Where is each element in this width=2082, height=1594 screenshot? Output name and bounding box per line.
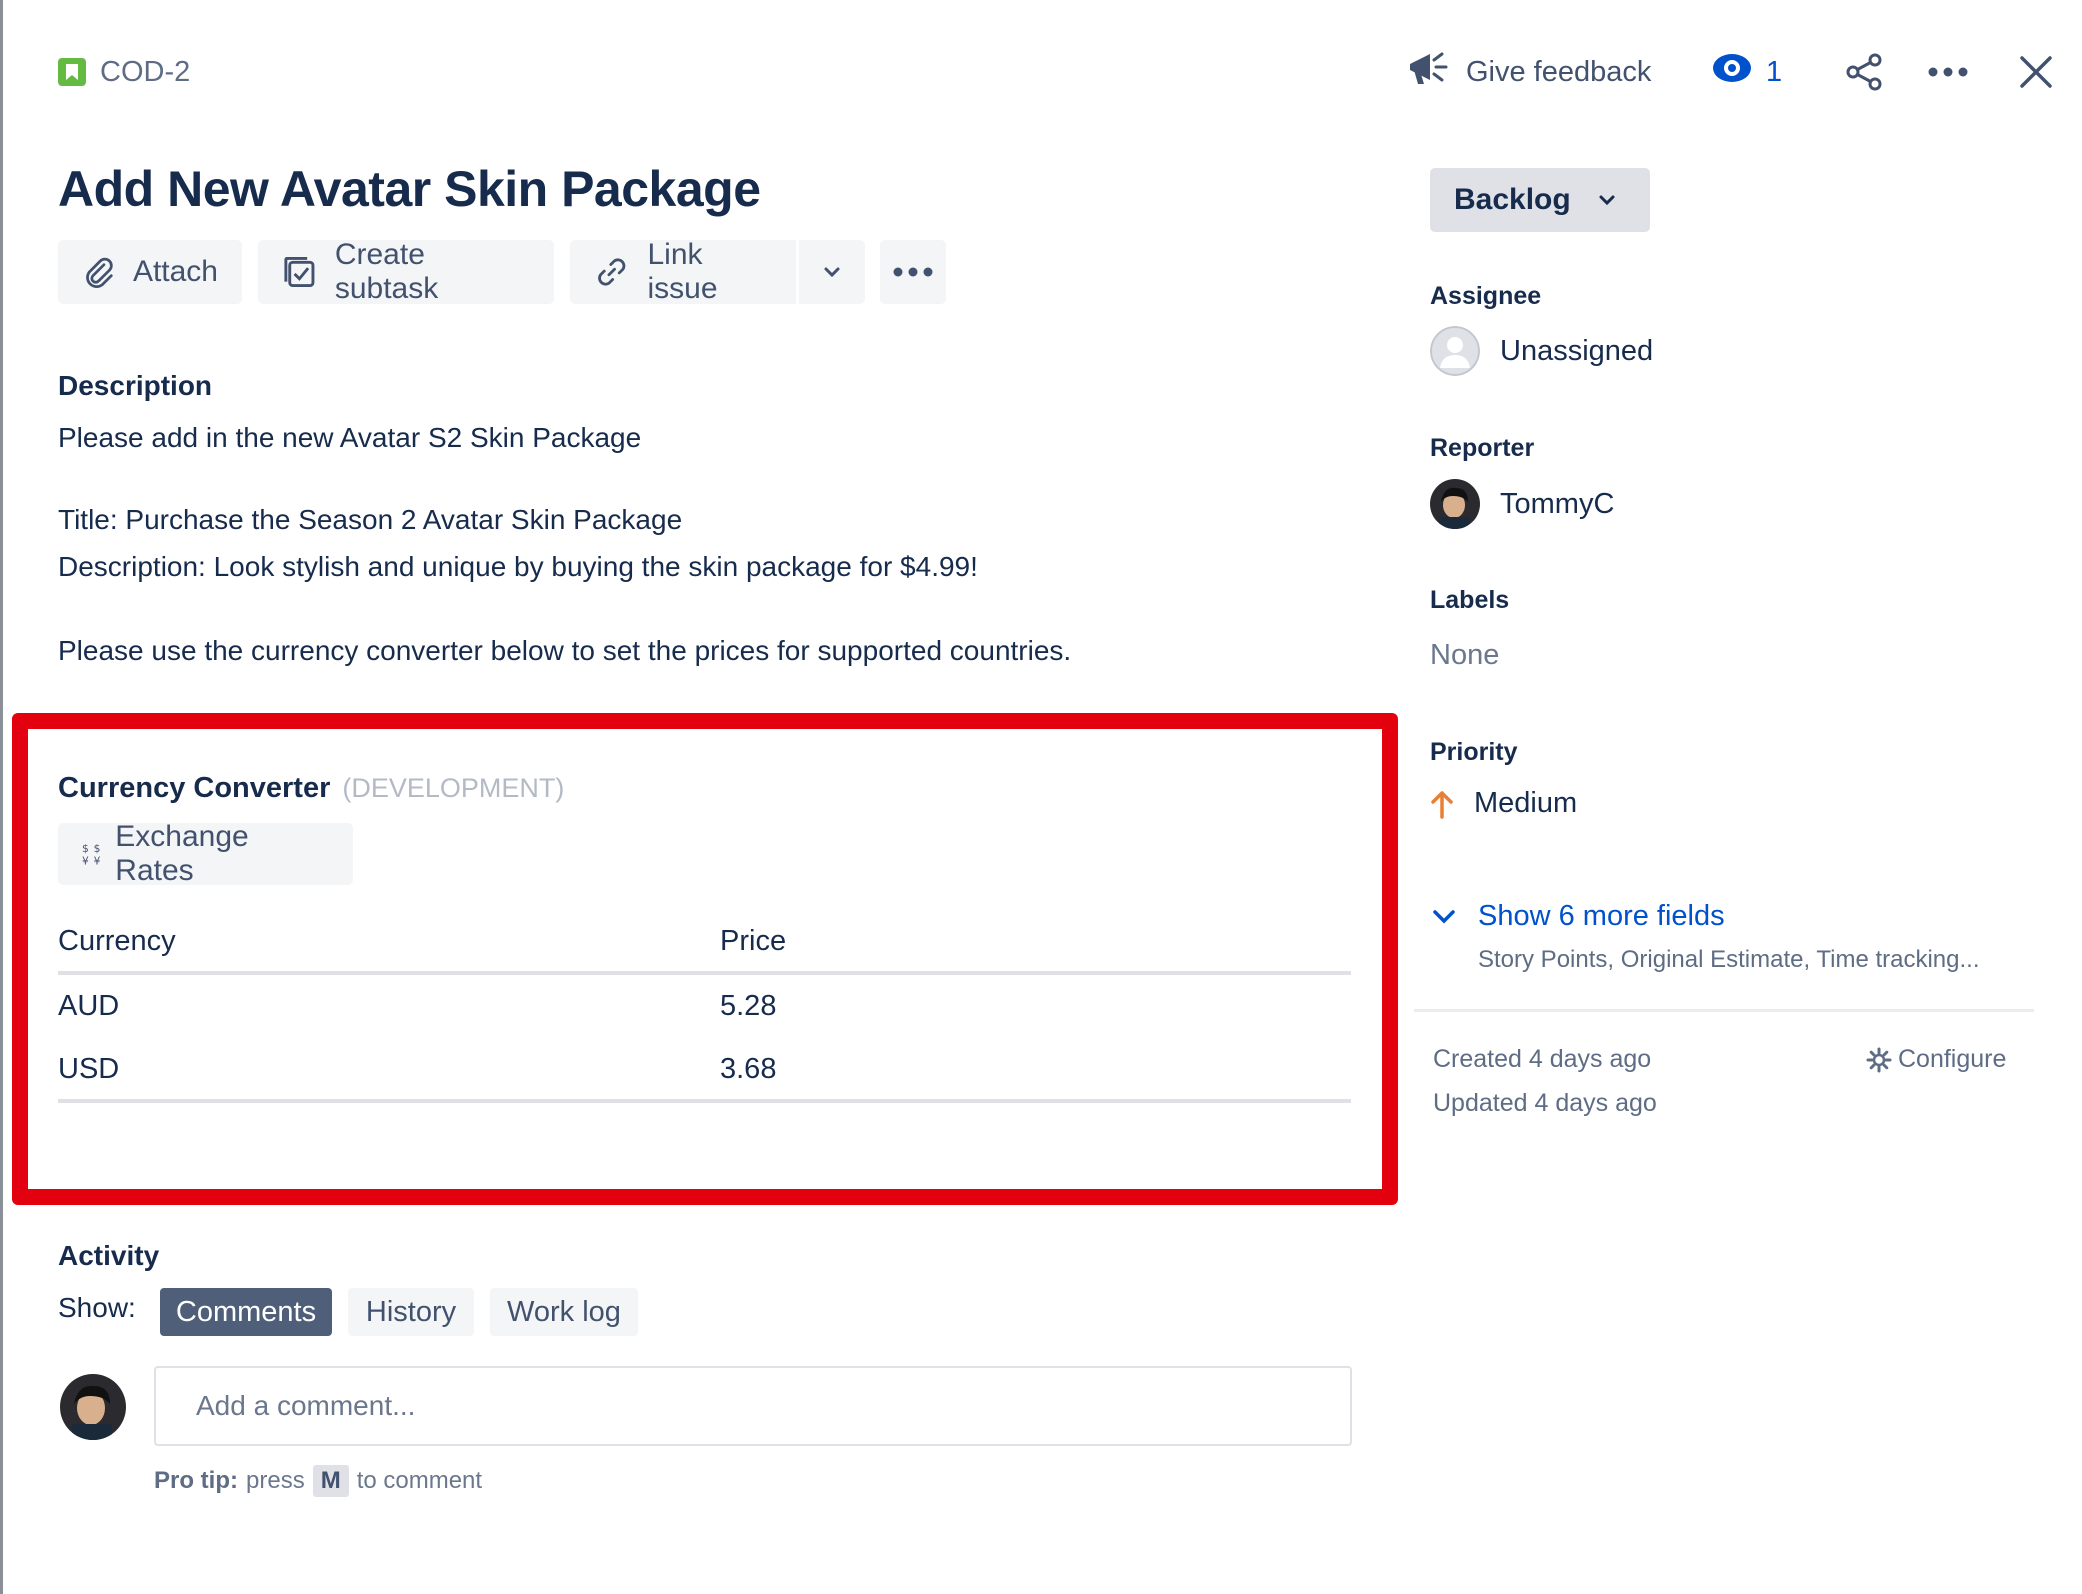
megaphone-icon [1406, 46, 1450, 98]
column-header-price: Price [720, 925, 787, 957]
pro-tip-rest: to comment [356, 1467, 483, 1494]
tab-history[interactable]: History [348, 1288, 474, 1336]
share-button[interactable] [1836, 44, 1892, 100]
add-comment-input[interactable]: Add a comment... [154, 1366, 1352, 1446]
svg-text:$: $ [94, 842, 101, 855]
description-heading: Description [58, 370, 213, 401]
more-fields-summary: Story Points, Original Estimate, Time tr… [1478, 946, 1980, 973]
assignee-field[interactable]: Unassigned [1430, 326, 1653, 376]
table-cell-currency: USD [58, 1053, 120, 1085]
table-cell-price: 5.28 [720, 990, 777, 1022]
show-more-fields-button[interactable]: Show 6 more fields [1430, 900, 1725, 933]
more-actions-button[interactable] [1920, 44, 1976, 100]
priority-label: Priority [1430, 738, 1518, 766]
keyboard-shortcut-key: M [312, 1465, 349, 1497]
svg-text:¥: ¥ [82, 855, 89, 867]
watch-button[interactable]: 1 [1712, 44, 1782, 100]
configure-label: Configure [1898, 1045, 2007, 1073]
create-subtask-button[interactable]: Create subtask [258, 238, 554, 305]
paperclip-icon [86, 257, 113, 288]
unassigned-avatar-icon [1430, 326, 1480, 376]
tab-comments[interactable]: Comments [160, 1288, 332, 1336]
reporter-value: TommyC [1500, 487, 1615, 520]
status-label: Backlog [1454, 183, 1571, 216]
link-issue-dropdown-button[interactable] [799, 240, 865, 304]
more-icon [1928, 67, 1968, 77]
current-user-avatar [60, 1374, 126, 1440]
close-icon [2020, 56, 2052, 88]
attach-button[interactable]: Attach [58, 240, 242, 304]
reporter-avatar [1430, 479, 1480, 529]
svg-text:¥: ¥ [94, 855, 101, 867]
chevron-down-icon [1433, 909, 1455, 923]
reporter-label: Reporter [1430, 434, 1535, 462]
pro-tip: Pro tip: press M to comment [154, 1465, 482, 1497]
priority-field[interactable]: Medium [1430, 787, 1577, 820]
close-button[interactable] [2008, 44, 2064, 100]
watchers-count: 1 [1766, 55, 1783, 88]
link-issue-button[interactable]: Link issue [570, 238, 796, 305]
currency-converter-title: Currency Converter (DEVELOPMENT) [58, 772, 564, 805]
priority-value: Medium [1474, 787, 1578, 819]
window-edge [0, 0, 3, 1594]
tab-work-log[interactable]: Work log [490, 1288, 638, 1336]
pro-tip-press: press [246, 1467, 305, 1494]
description-line[interactable]: Please use the currency converter below … [58, 635, 1358, 667]
currency-exchange-icon: $ $ ¥ ¥ [82, 842, 101, 867]
status-dropdown[interactable]: Backlog [1430, 168, 1650, 232]
show-label: Show: [58, 1292, 136, 1323]
assignee-label: Assignee [1430, 282, 1542, 310]
share-icon [1846, 53, 1882, 91]
attach-label: Attach [132, 255, 218, 288]
gear-icon [1866, 1047, 1892, 1072]
exchange-rates-label: Exchange Rates [115, 820, 249, 887]
table-header-divider [58, 971, 1351, 975]
more-icon [893, 267, 933, 277]
updated-date: Updated 4 days ago [1433, 1089, 1657, 1117]
issue-key-link[interactable]: COD-2 [58, 52, 190, 92]
chevron-down-icon [824, 267, 840, 278]
description-line[interactable]: Description: Look stylish and unique by … [58, 551, 1358, 583]
assignee-value: Unassigned [1500, 334, 1654, 367]
issue-title[interactable]: Add New Avatar Skin Package [58, 160, 761, 218]
labels-label: Labels [1430, 586, 1510, 614]
configure-button[interactable]: Configure [1866, 1045, 2006, 1074]
show-more-fields-label: Show 6 more fields [1478, 900, 1725, 932]
table-cell-currency: AUD [58, 990, 120, 1022]
sidebar-divider [1414, 1009, 2034, 1012]
give-feedback-button[interactable]: Give feedback [1406, 44, 1651, 100]
table-cell-price: 3.68 [720, 1053, 777, 1085]
comment-placeholder: Add a comment... [196, 1390, 416, 1421]
more-issue-actions-button[interactable] [880, 240, 946, 304]
labels-value[interactable]: None [1430, 639, 1499, 672]
story-icon [58, 58, 86, 86]
description-line[interactable]: Please add in the new Avatar S2 Skin Pac… [58, 422, 1358, 454]
chevron-down-icon [1599, 195, 1615, 206]
activity-heading: Activity [58, 1240, 160, 1271]
link-icon [598, 258, 626, 286]
table-bottom-divider [58, 1099, 1351, 1103]
create-subtask-label: Create subtask [334, 238, 439, 305]
svg-text:$: $ [82, 842, 89, 855]
pro-tip-label: Pro tip: [154, 1467, 238, 1494]
exchange-rates-button[interactable]: $ $ ¥ ¥ Exchange Rates [58, 820, 353, 887]
created-date: Created 4 days ago [1433, 1045, 1652, 1073]
issue-key: COD-2 [100, 55, 191, 88]
link-issue-label: Link issue [647, 238, 718, 305]
arrow-up-icon [1431, 790, 1453, 819]
currency-converter-label: Currency Converter [58, 772, 331, 804]
eye-icon [1712, 53, 1752, 91]
column-header-currency: Currency [58, 925, 176, 957]
give-feedback-label: Give feedback [1466, 55, 1652, 88]
description-line[interactable]: Title: Purchase the Season 2 Avatar Skin… [58, 504, 1358, 536]
subtask-icon [284, 257, 315, 287]
reporter-field[interactable]: TommyC [1430, 479, 1614, 529]
environment-tag: (DEVELOPMENT) [342, 773, 565, 803]
